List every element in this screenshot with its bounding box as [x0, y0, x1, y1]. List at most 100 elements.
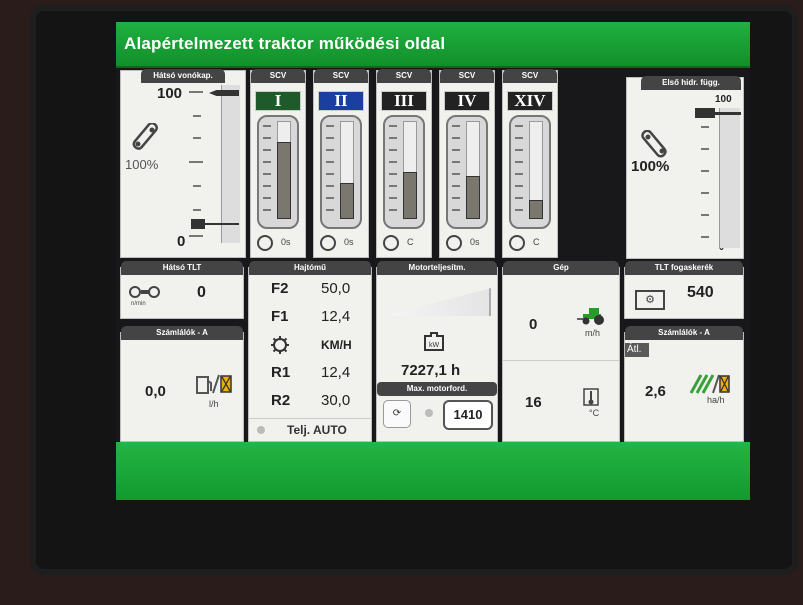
scv-mode: C — [407, 237, 414, 247]
scv-mode: 0s — [344, 237, 354, 247]
page-title: Alapértelmezett traktor működési oldal — [124, 34, 446, 53]
engine-hours: 7227,1 h — [401, 362, 461, 379]
scv-number: XIV — [507, 91, 553, 111]
counters-right-panel[interactable]: Számlálók - A Átl. 2,6 ha/h — [624, 326, 744, 442]
scv-number: I — [255, 91, 301, 111]
rear-pto-title: Hátsó TLT — [121, 261, 243, 275]
scv-flow-bar — [277, 142, 291, 219]
rear-pto-value: 0 — [197, 284, 206, 301]
counters-right-unit: ha/h — [707, 395, 725, 405]
pto-gear-icon: ⚙ — [635, 290, 665, 310]
gear-icon — [271, 336, 289, 354]
scv-flow-bar — [403, 172, 417, 219]
drive-label: R1 — [271, 364, 291, 381]
scv-scale — [389, 125, 397, 217]
scv-scale — [452, 125, 460, 217]
drive-panel[interactable]: Hajtómű F2 50,0 F1 12,4 KM/H R1 12,4 R2 … — [248, 261, 372, 442]
front-hitch-top-value: 100 — [715, 94, 732, 105]
front-pto-value: 540 — [687, 284, 714, 301]
scv-title: SCV — [251, 69, 305, 83]
scv-flow-bar — [466, 176, 480, 219]
rear-hitch-bottom-value: 0 — [177, 233, 186, 250]
divider — [503, 360, 619, 361]
timer-icon — [509, 235, 525, 251]
scv-title: SCV — [314, 69, 368, 83]
status-led-icon — [257, 426, 265, 434]
drive-row: R1 12,4 — [271, 364, 367, 384]
engine-panel[interactable]: Motorteljesítm. kW 7227,1 h Max. motorfo… — [376, 261, 498, 442]
machine-temp-unit: °C — [589, 408, 600, 418]
drive-mode: Telj. AUTO — [287, 423, 347, 437]
scv-flow-bar — [340, 183, 354, 219]
fuel-hourglass-icon — [196, 374, 232, 394]
front-hitch-scale — [701, 126, 713, 246]
drive-row: KM/H — [271, 336, 367, 356]
rear-hitch-top-value: 100 — [157, 85, 183, 102]
drive-footer: Telj. AUTO — [249, 418, 371, 441]
oil-temperature-icon — [583, 388, 599, 406]
rear-hitch-panel[interactable]: Hátsó vonókap. 100 0 100% — [120, 69, 246, 258]
machine-speed: 0 — [529, 316, 538, 333]
status-led-icon — [425, 409, 433, 417]
hitch-link-icon — [132, 123, 158, 150]
max-rpm-button[interactable]: 1410 — [443, 400, 493, 430]
timer-icon — [320, 235, 336, 251]
machine-title: Gép — [503, 261, 619, 275]
scv-panel[interactable]: SCV I 0s — [250, 69, 306, 258]
drive-speed-unit: KM/H — [321, 338, 352, 352]
front-pto-panel[interactable]: TLT fogaskerék ⚙ 540 — [624, 261, 744, 319]
rear-hitch-percent: 100% — [125, 157, 159, 172]
front-pto-title: TLT fogaskerék — [625, 261, 743, 275]
scv-mode: C — [533, 237, 540, 247]
rear-hitch-track — [221, 85, 240, 243]
rear-hitch-scale — [189, 89, 225, 239]
bottom-softkey-bar[interactable] — [116, 442, 750, 500]
front-hitch-panel[interactable]: Első hidr. függ. 100 0 100% — [626, 76, 744, 259]
scv-panel[interactable]: SCV XIV C — [502, 69, 558, 258]
area-hourglass-icon — [689, 374, 730, 394]
scv-panel[interactable]: SCV IV 0s — [439, 69, 495, 258]
scv-flow-bar — [529, 200, 543, 219]
engine-title: Motorteljesítm. — [377, 261, 497, 275]
front-hitch-percent: 100% — [631, 158, 670, 175]
scv-scale — [326, 125, 334, 217]
counters-right-value: 2,6 — [645, 383, 666, 400]
front-hitch-title: Első hidr. függ. — [641, 76, 741, 90]
engine-kw-label: kW — [429, 342, 440, 349]
scv-scale — [263, 125, 271, 217]
drive-title: Hajtómű — [249, 261, 371, 275]
scv-title: SCV — [377, 69, 431, 83]
scv-mode: 0s — [470, 237, 480, 247]
counters-left-panel[interactable]: Számlálók - A 0,0 l/h — [120, 326, 244, 442]
counters-left-value: 0,0 — [145, 383, 166, 400]
pto-shaft-icon — [129, 286, 160, 298]
scv-mode: 0s — [281, 237, 291, 247]
scv-number: IV — [444, 91, 490, 111]
rpm-icon-button[interactable]: ⟳ — [383, 400, 411, 428]
drive-row: F2 50,0 — [271, 280, 367, 300]
max-rpm-title: Max. motorford. — [377, 382, 497, 396]
drive-row: R2 30,0 — [271, 392, 367, 412]
rear-pto-unit: n/min — [131, 301, 146, 307]
counters-right-title: Számlálók - A — [625, 326, 743, 340]
scv-number: III — [381, 91, 427, 111]
front-hitch-track — [719, 108, 740, 248]
scv-title: SCV — [503, 69, 557, 83]
rear-pto-panel[interactable]: Hátsó TLT n/min 0 — [120, 261, 244, 319]
scv-panel[interactable]: SCV III C — [376, 69, 432, 258]
engine-power-bar — [385, 288, 491, 316]
scv-number: II — [318, 91, 364, 111]
drive-label: R2 — [271, 392, 291, 409]
drive-value: 30,0 — [321, 392, 351, 409]
tractor-icon — [577, 308, 604, 325]
machine-panel[interactable]: Gép 0 m/h 16 °C — [502, 261, 620, 442]
scv-panel[interactable]: SCV II 0s — [313, 69, 369, 258]
engine-kw-icon: kW — [424, 332, 444, 351]
drive-value: 12,4 — [321, 364, 351, 381]
rear-hitch-bottom-marker[interactable] — [191, 219, 205, 229]
counters-left-title: Számlálók - A — [121, 326, 243, 340]
front-hitch-top-line — [711, 112, 741, 115]
hitch-link-icon — [641, 130, 667, 158]
drive-value: 12,4 — [321, 308, 351, 325]
timer-icon — [446, 235, 462, 251]
